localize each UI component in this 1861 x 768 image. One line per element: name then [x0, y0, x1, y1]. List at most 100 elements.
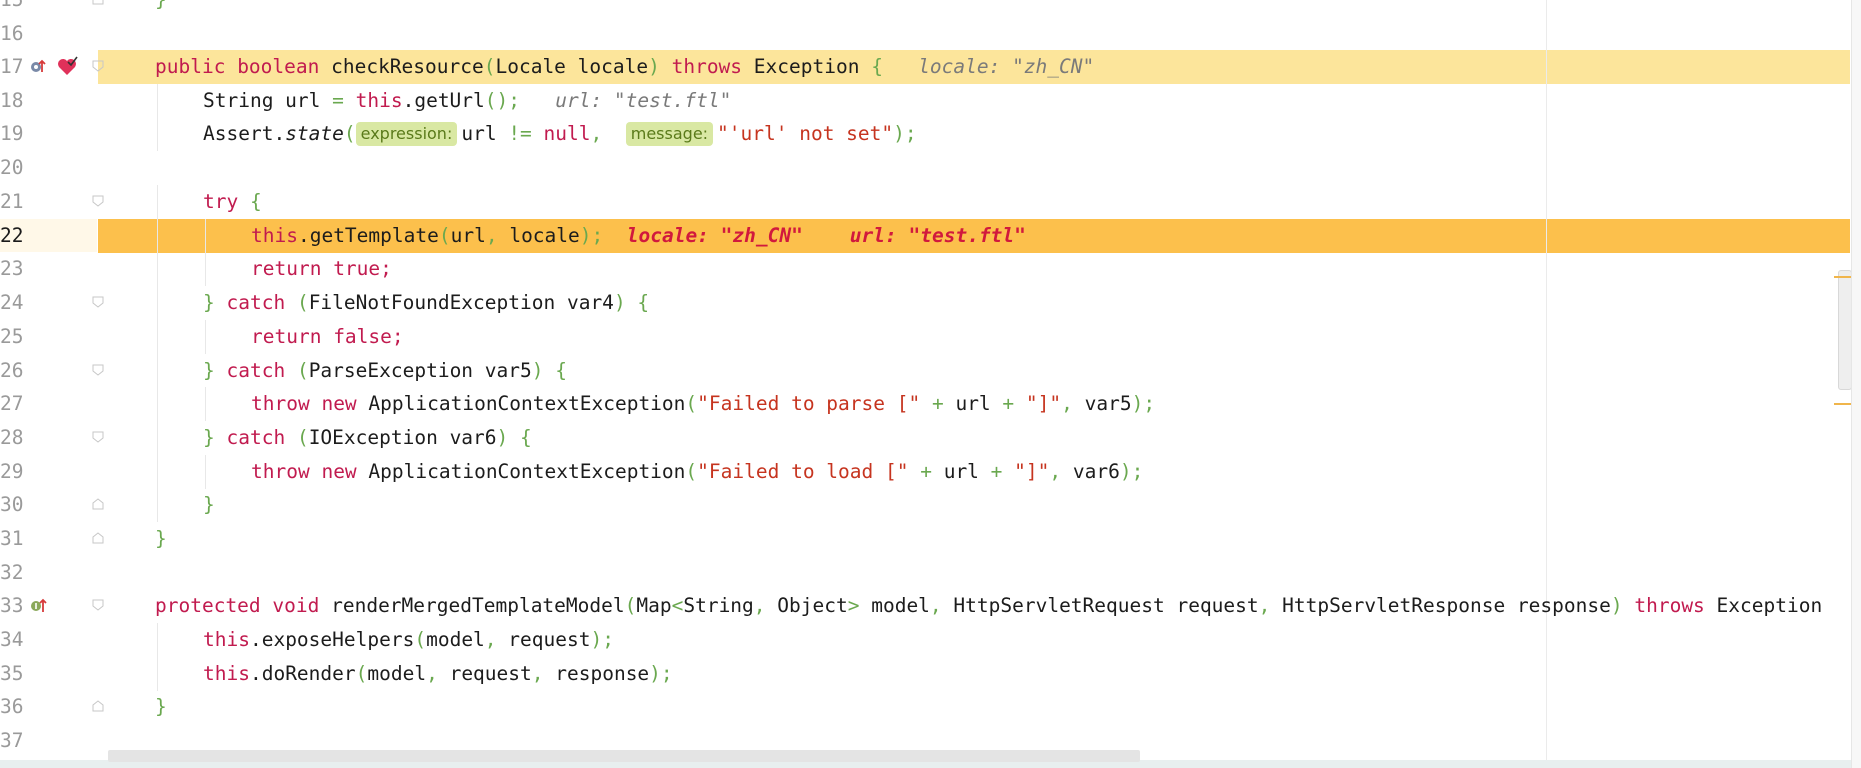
- error-stripe-marker[interactable]: [1834, 403, 1852, 405]
- code-line[interactable]: 19 Assert.state(expression: url != null, m…: [0, 117, 1850, 151]
- line-gutter[interactable]: 19: [0, 117, 97, 151]
- code-text[interactable]: return false;: [251, 320, 404, 354]
- line-gutter[interactable]: 17: [0, 50, 97, 84]
- line-gutter[interactable]: 15: [0, 0, 97, 17]
- line-number[interactable]: 20: [0, 151, 26, 185]
- code-line[interactable]: 15}: [0, 0, 1850, 17]
- code-line[interactable]: 35 this.doRender(model, request, response…: [0, 657, 1850, 691]
- line-gutter[interactable]: 18: [0, 84, 97, 118]
- line-number[interactable]: 27: [0, 387, 26, 421]
- override-marker-icon[interactable]: [30, 56, 46, 78]
- line-gutter[interactable]: 35: [0, 657, 97, 691]
- code-line[interactable]: 33 protected void renderMergedTemplateMod…: [0, 589, 1850, 623]
- code-text[interactable]: throw new ApplicationContextException("F…: [251, 387, 1155, 421]
- line-gutter[interactable]: 28: [0, 421, 97, 455]
- error-stripe-marker[interactable]: [1834, 276, 1852, 278]
- code-text[interactable]: }: [155, 690, 167, 724]
- line-gutter[interactable]: 22: [0, 219, 97, 253]
- code-text[interactable]: try {: [203, 185, 262, 219]
- code-line[interactable]: 17 public boolean checkResource(Locale lo…: [0, 50, 1850, 84]
- code-line[interactable]: 32: [0, 556, 1850, 590]
- line-gutter[interactable]: 29: [0, 455, 97, 489]
- code-line[interactable]: 27 throw new ApplicationContextException(…: [0, 387, 1850, 421]
- code-text[interactable]: String url = this.getUrl(); url: "test.f…: [203, 84, 731, 118]
- line-gutter[interactable]: 34: [0, 623, 97, 657]
- fold-collapse-icon[interactable]: [92, 296, 104, 308]
- breakpoint-icon[interactable]: [56, 56, 78, 78]
- line-number[interactable]: 26: [0, 354, 26, 388]
- fold-end-icon[interactable]: [92, 532, 104, 544]
- line-gutter[interactable]: 20: [0, 151, 97, 185]
- vertical-scrollbar-thumb[interactable]: [1838, 270, 1852, 390]
- code-text[interactable]: this.getTemplate(url, locale); locale: "…: [251, 219, 1026, 253]
- code-text[interactable]: }: [155, 0, 167, 17]
- code-line[interactable]: 16: [0, 17, 1850, 51]
- line-gutter[interactable]: 36: [0, 690, 97, 724]
- line-number[interactable]: 30: [0, 488, 26, 522]
- code-line[interactable]: 26 } catch (ParseException var5) {: [0, 354, 1850, 388]
- fold-collapse-icon[interactable]: [92, 60, 104, 72]
- code-line[interactable]: 36}: [0, 690, 1850, 724]
- code-text[interactable]: Assert.state(expression: url != null, mes…: [203, 117, 917, 151]
- code-text[interactable]: this.doRender(model, request, response);: [203, 657, 673, 691]
- line-number[interactable]: 29: [0, 455, 26, 489]
- code-line[interactable]: 24 } catch (FileNotFoundException var4) {: [0, 286, 1850, 320]
- line-gutter[interactable]: 21: [0, 185, 97, 219]
- fold-end-icon[interactable]: [92, 0, 104, 5]
- line-gutter[interactable]: 37: [0, 724, 97, 758]
- line-gutter[interactable]: 24: [0, 286, 97, 320]
- fold-collapse-icon[interactable]: [92, 364, 104, 376]
- line-number[interactable]: 31: [0, 522, 26, 556]
- code-line[interactable]: 18 String url = this.getUrl(); url: "test…: [0, 84, 1850, 118]
- line-gutter[interactable]: 25: [0, 320, 97, 354]
- execution-point-line[interactable]: 22 this.getTemplate(url, locale); locale:…: [0, 219, 1850, 253]
- line-number[interactable]: 18: [0, 84, 26, 118]
- line-gutter[interactable]: 26: [0, 354, 97, 388]
- code-line[interactable]: 28 } catch (IOException var6) {: [0, 421, 1850, 455]
- fold-end-icon[interactable]: [92, 498, 104, 510]
- line-number[interactable]: 24: [0, 286, 26, 320]
- line-gutter[interactable]: 16: [0, 17, 97, 51]
- line-gutter[interactable]: 31: [0, 522, 97, 556]
- line-number[interactable]: 19: [0, 117, 26, 151]
- code-text[interactable]: }: [203, 488, 215, 522]
- line-gutter[interactable]: 30: [0, 488, 97, 522]
- code-line[interactable]: 20: [0, 151, 1850, 185]
- code-line[interactable]: 25 return false;: [0, 320, 1850, 354]
- code-text[interactable]: return true;: [251, 252, 392, 286]
- code-line[interactable]: 29 throw new ApplicationContextException(…: [0, 455, 1850, 489]
- code-text[interactable]: throw new ApplicationContextException("F…: [251, 455, 1143, 489]
- code-text[interactable]: } catch (ParseException var5) {: [203, 354, 567, 388]
- line-number[interactable]: 36: [0, 690, 26, 724]
- line-number[interactable]: 35: [0, 657, 26, 691]
- line-number[interactable]: 15: [0, 0, 26, 17]
- line-gutter[interactable]: 23: [0, 252, 97, 286]
- code-text[interactable]: } catch (IOException var6) {: [203, 421, 532, 455]
- code-line[interactable]: 21 try {: [0, 185, 1850, 219]
- line-number[interactable]: 16: [0, 17, 26, 51]
- line-number[interactable]: 32: [0, 556, 26, 590]
- implements-marker-icon[interactable]: [30, 595, 52, 617]
- line-number[interactable]: 37: [0, 724, 26, 758]
- code-line[interactable]: 31}: [0, 522, 1850, 556]
- fold-collapse-icon[interactable]: [92, 431, 104, 443]
- line-number[interactable]: 23: [0, 252, 26, 286]
- line-number[interactable]: 28: [0, 421, 26, 455]
- right-tool-window-strip[interactable]: [1851, 0, 1861, 768]
- code-line[interactable]: 30}: [0, 488, 1850, 522]
- code-text[interactable]: } catch (FileNotFoundException var4) {: [203, 286, 649, 320]
- code-text[interactable]: this.exposeHelpers(model, request);: [203, 623, 614, 657]
- line-gutter[interactable]: 32: [0, 556, 97, 590]
- line-number[interactable]: 33: [0, 589, 26, 623]
- fold-end-icon[interactable]: [92, 700, 104, 712]
- fold-collapse-icon[interactable]: [92, 195, 104, 207]
- code-text[interactable]: }: [155, 522, 167, 556]
- code-text[interactable]: protected void renderMergedTemplateModel…: [155, 589, 1822, 623]
- fold-collapse-icon[interactable]: [92, 599, 104, 611]
- line-number[interactable]: 21: [0, 185, 26, 219]
- code-editor[interactable]: 15}1617public boolean checkResource(Loca…: [0, 0, 1861, 768]
- line-number[interactable]: 25: [0, 320, 26, 354]
- line-gutter[interactable]: 27: [0, 387, 97, 421]
- code-text[interactable]: public boolean checkResource(Locale loca…: [155, 50, 1094, 84]
- line-number[interactable]: 17: [0, 50, 26, 84]
